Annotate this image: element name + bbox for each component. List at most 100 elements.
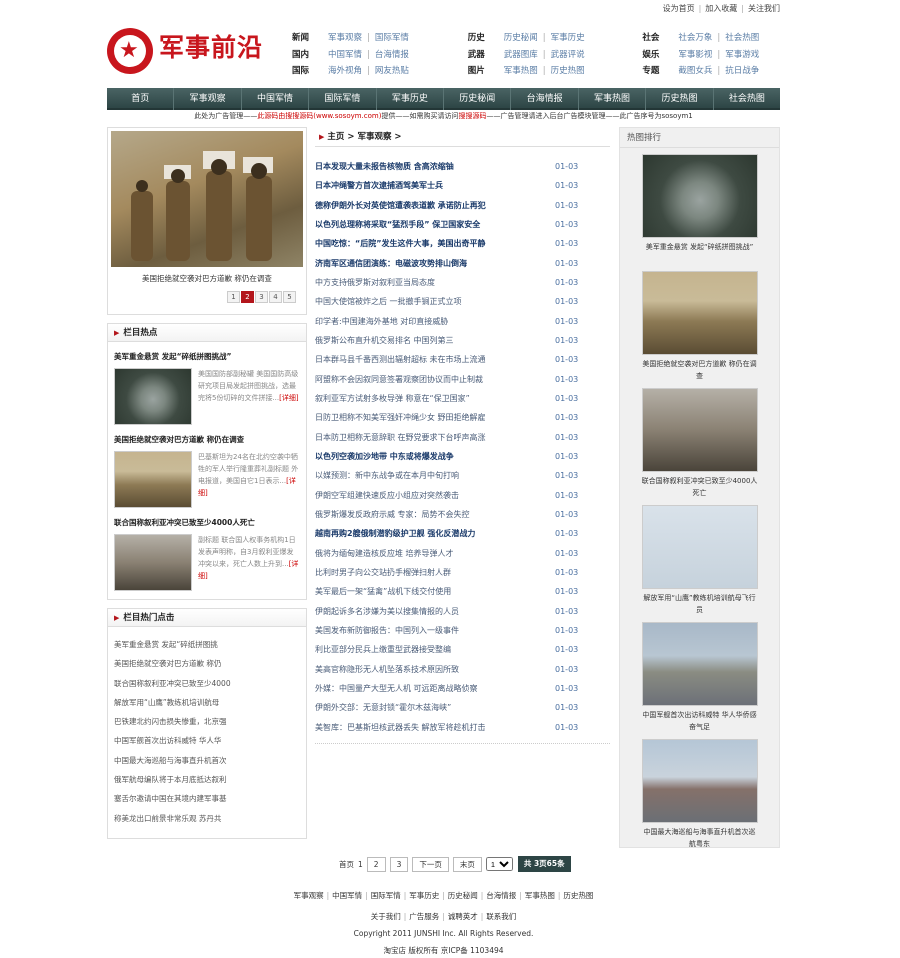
hot-click-item[interactable]: 中国最大海巡船与海事直升机首次 — [114, 751, 300, 770]
main-nav-item[interactable]: 军事热图 — [579, 88, 647, 110]
news-title-link[interactable]: 美国发布新防御报告：中国列入一级事件 — [315, 621, 555, 640]
category-link[interactable]: 抗日战争 — [725, 66, 759, 76]
pager-home[interactable]: 首页 — [339, 859, 354, 870]
hot-item-thumbnail[interactable] — [114, 534, 192, 591]
news-title-link[interactable]: 以色列空袭加沙地带 中东或将爆发战争 — [315, 447, 555, 466]
hot-rank-image[interactable] — [641, 505, 758, 589]
footer-link[interactable]: 军事热图 — [525, 891, 555, 900]
breadcrumb-current[interactable]: 军事观察 — [357, 132, 391, 142]
hot-click-item[interactable]: 中国军舰首次出访科威特 华人华 — [114, 731, 300, 750]
main-nav-item[interactable]: 中国军情 — [242, 88, 310, 110]
news-title-link[interactable]: 以媒预测：新中东战争或在本月中旬打响 — [315, 466, 555, 485]
footer-link[interactable]: 历史热图 — [563, 891, 593, 900]
news-title-link[interactable]: 德称伊朗外长对英使馆遭袭表道歉 承诺防止再犯 — [315, 196, 555, 215]
focus-caption[interactable]: 美国拒绝就空袭对巴方道歉 称仍在调查 — [111, 273, 303, 284]
news-title-link[interactable]: 日本群马县千番西测出辐射超标 未在市场上流通 — [315, 350, 555, 369]
pager-page-3[interactable]: 3 — [389, 856, 409, 872]
category-link[interactable]: 国际军情 — [375, 33, 409, 43]
breadcrumb-home[interactable]: 主页 — [327, 132, 344, 142]
news-title-link[interactable]: 比利时男子向公交站扔手榴弹扫射人群 — [315, 563, 555, 582]
category-link[interactable]: 军事游戏 — [725, 50, 759, 60]
hot-rank-image[interactable] — [641, 271, 758, 355]
news-title-link[interactable]: 伊朗空军组建快速反应小组应对突然袭击 — [315, 486, 555, 505]
news-title-link[interactable]: 日本发现大量未报告核物质 含高浓缩铀 — [315, 157, 555, 176]
news-title-link[interactable]: 美高官称隐形无人机坠落系技术原因所致 — [315, 660, 555, 679]
news-title-link[interactable]: 济南军区通信团演练：电磁波攻势排山倒海 — [315, 254, 555, 273]
news-title-link[interactable]: 伊朗起诉多名涉嫌为美以搜集情报的人员 — [315, 602, 555, 621]
set-homepage-link[interactable]: 设为首页 — [663, 4, 695, 13]
hot-item-title[interactable]: 联合国称叙利亚冲突已致至少4000人死亡 — [114, 517, 300, 529]
hot-click-item[interactable]: 称美龙出口前景非常乐观 苏丹共 — [114, 809, 300, 828]
main-nav-item[interactable]: 首页 — [107, 88, 175, 110]
site-logo[interactable]: ★ 军事前沿 — [107, 28, 267, 74]
news-title-link[interactable]: 阿盟称不会因叙同意签署观察团协议而中止制裁 — [315, 370, 555, 389]
footer-link[interactable]: 广告服务 — [409, 912, 439, 921]
footer-link[interactable]: 联系我们 — [486, 912, 516, 921]
follow-us-link[interactable]: 关注我们 — [748, 4, 780, 13]
category-link[interactable]: 海外视角 — [328, 66, 362, 76]
category-link[interactable]: 历史热图 — [551, 66, 585, 76]
hot-click-item[interactable]: 联合国称叙利亚冲突已致至少4000 — [114, 674, 300, 693]
category-link[interactable]: 截图女兵 — [678, 66, 712, 76]
hot-rank-caption[interactable]: 中国军舰首次出访科威特 华人华侨感奋气足 — [642, 709, 758, 733]
news-title-link[interactable]: 俄罗斯爆发反政府示威 专家：局势不会失控 — [315, 505, 555, 524]
hot-click-item[interactable]: 俄军航母编队将于本月底抵达叙利 — [114, 770, 300, 789]
news-title-link[interactable]: 以色列总理称将采取“猛烈手段” 保卫国家安全 — [315, 215, 555, 234]
news-title-link[interactable]: 俄罗斯公布直升机交易排名 中国列第三 — [315, 331, 555, 350]
category-link[interactable]: 社会万象 — [678, 33, 712, 43]
hot-rank-image[interactable] — [641, 739, 758, 823]
add-favorite-link[interactable]: 加入收藏 — [705, 4, 737, 13]
pager-next[interactable]: 下一页 — [412, 856, 449, 872]
news-title-link[interactable]: 越南再购2艘俄制潜豹级护卫舰 强化反潜战力 — [315, 524, 555, 543]
footer-link[interactable]: 军事历史 — [409, 891, 439, 900]
focus-page-button[interactable]: 2 — [241, 291, 254, 303]
main-nav-item[interactable]: 国际军情 — [309, 88, 377, 110]
category-link[interactable]: 军事热图 — [504, 66, 538, 76]
news-title-link[interactable]: 伊朗外交部：无意封锁“霍尔木兹海峡” — [315, 698, 555, 717]
footer-link[interactable]: 中国军情 — [332, 891, 362, 900]
pager-page-2[interactable]: 2 — [366, 856, 386, 872]
focus-image[interactable] — [111, 131, 303, 267]
hot-rank-caption[interactable]: 解放军用“山鹰”教练机培训航母飞行员 — [642, 592, 758, 616]
news-title-link[interactable]: 叙利亚军方试射多枚导弹 称意在“保卫国家” — [315, 389, 555, 408]
news-title-link[interactable]: 中国吃惊：“后院”发生这件大事，美国出奇平静 — [315, 234, 555, 253]
hot-rank-caption[interactable]: 美国拒绝就空袭对巴方道歉 称仍在调查 — [642, 358, 758, 382]
category-link[interactable]: 社会热图 — [725, 33, 759, 43]
news-title-link[interactable]: 中方支持俄罗斯对叙利亚当局态度 — [315, 273, 555, 292]
footer-link[interactable]: 国际军情 — [371, 891, 401, 900]
detail-link[interactable]: [详细] — [279, 394, 298, 402]
news-title-link[interactable]: 美军最后一架“猛禽”战机下线交付使用 — [315, 582, 555, 601]
category-link[interactable]: 军事历史 — [551, 33, 585, 43]
hot-click-item[interactable]: 美国拒绝就空袭对巴方道歉 称仍 — [114, 654, 300, 673]
hot-click-item[interactable]: 巴铁建北约闪击损失惨重，北京强 — [114, 712, 300, 731]
hot-rank-caption[interactable]: 中国最大海巡船与海事直升机首次巡航粤东 — [642, 826, 758, 850]
main-nav-item[interactable]: 历史秘闻 — [444, 88, 512, 110]
hot-rank-caption[interactable]: 美军重金悬赏 发起“碎纸拼图挑战” — [642, 241, 758, 265]
ad-link[interactable]: 此源码由搜搜源码(www.sosoym.com) — [257, 112, 381, 120]
news-title-link[interactable]: 日本防卫相称无意辞职 在野党要求下台呼声高涨 — [315, 428, 555, 447]
hot-rank-image[interactable] — [641, 388, 758, 472]
category-link[interactable]: 中国军情 — [328, 50, 362, 60]
hot-rank-caption[interactable]: 联合国称叙利亚冲突已致至少4000人死亡 — [642, 475, 758, 499]
category-link[interactable]: 军事观察 — [328, 33, 362, 43]
main-nav-item[interactable]: 军事历史 — [377, 88, 445, 110]
hot-item-thumbnail[interactable] — [114, 368, 192, 425]
category-link[interactable]: 军事影视 — [678, 50, 712, 60]
pager-select[interactable]: 1 — [485, 857, 513, 871]
hot-click-item[interactable]: 解放军用“山鹰”教练机培训航母 — [114, 693, 300, 712]
news-title-link[interactable]: 外媒：中国量产大型无人机 可远距离战略侦察 — [315, 679, 555, 698]
category-link[interactable]: 历史秘闻 — [504, 33, 538, 43]
focus-page-button[interactable]: 4 — [269, 291, 282, 303]
category-link[interactable]: 网友热贴 — [375, 66, 409, 76]
focus-page-button[interactable]: 5 — [283, 291, 296, 303]
news-title-link[interactable]: 中国大使馆被炸之后 一批撤手锏正式立项 — [315, 292, 555, 311]
footer-link[interactable]: 历史秘闻 — [448, 891, 478, 900]
news-title-link[interactable]: 印学者:中国建海外基地 对印直接威胁 — [315, 312, 555, 331]
main-nav-item[interactable]: 历史热图 — [646, 88, 714, 110]
main-nav-item[interactable]: 台海情报 — [511, 88, 579, 110]
hot-item-thumbnail[interactable] — [114, 451, 192, 508]
category-link[interactable]: 台海情报 — [375, 50, 409, 60]
hot-click-item[interactable]: 塞舌尔邀请中国在其境内建军事基 — [114, 789, 300, 808]
footer-link[interactable]: 诚聘英才 — [448, 912, 478, 921]
category-link[interactable]: 武器评说 — [551, 50, 585, 60]
